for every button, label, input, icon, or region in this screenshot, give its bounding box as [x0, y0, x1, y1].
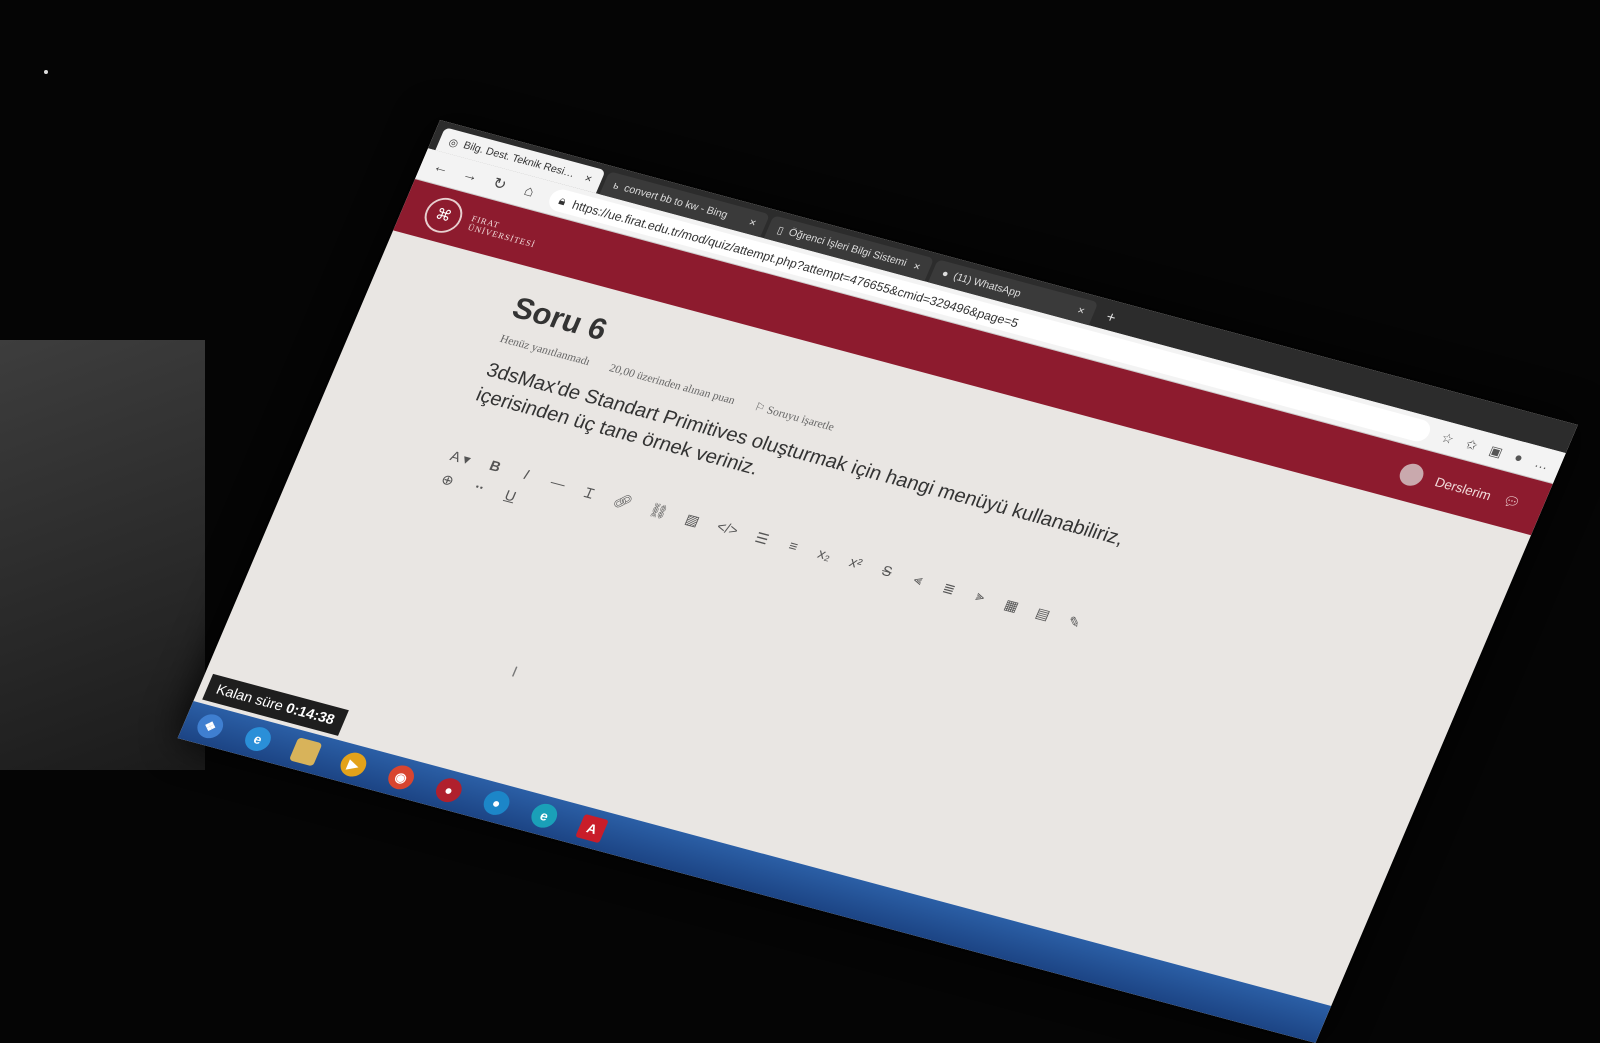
horizontal-rule-icon[interactable]: — [547, 474, 568, 495]
clear-format-icon[interactable]: Ɪ [579, 483, 599, 504]
strikethrough-button[interactable]: S [876, 562, 896, 583]
table-icon[interactable]: ▦ [1001, 596, 1022, 617]
page-icon: ▯ [775, 224, 786, 237]
logo-emblem-icon: ⌘ [418, 193, 469, 237]
code-icon[interactable]: </> [713, 519, 740, 542]
folder-icon[interactable] [288, 737, 323, 767]
italic-button[interactable]: I [516, 466, 536, 487]
refresh-icon[interactable]: ↻ [488, 173, 512, 195]
chat-icon[interactable]: 💬︎ [1500, 492, 1523, 511]
align-center-icon[interactable]: ≣ [939, 579, 959, 600]
more-options-icon[interactable]: ⠒ [469, 479, 489, 498]
media-player-icon[interactable]: ▶ [336, 749, 371, 780]
superscript-button[interactable]: x² [845, 554, 865, 575]
forward-icon[interactable]: → [459, 166, 482, 186]
back-icon[interactable]: ← [429, 158, 452, 178]
close-icon[interactable]: × [911, 259, 923, 273]
favorites-icon[interactable]: ✩ [1463, 436, 1481, 454]
laptop-screen: ◎ Bilg. Dest. Teknik Resim Vize Sın × ь … [177, 120, 1578, 1043]
bullet-list-icon[interactable]: ☰ [751, 529, 771, 550]
image-icon[interactable]: ▨ [682, 510, 703, 531]
unlink-icon[interactable]: ⛓︎ [646, 501, 671, 523]
more-icon[interactable]: … [1532, 454, 1552, 472]
text-cursor-icon: I [509, 664, 520, 681]
subscript-button[interactable]: x₂ [814, 546, 834, 567]
lock-icon: 🔒︎ [556, 193, 569, 209]
numbered-list-icon[interactable]: ≡ [783, 537, 803, 558]
bing-icon: ь [611, 179, 622, 192]
align-left-icon[interactable]: ⫷ [907, 571, 927, 592]
edit-icon[interactable]: ✎ [1064, 613, 1084, 634]
profile-icon[interactable]: ● [1512, 449, 1526, 466]
app-blue-icon[interactable]: ● [479, 788, 514, 818]
align-right-icon[interactable]: ⫸ [970, 588, 990, 609]
accessibility-icon[interactable]: ⊕ [438, 470, 458, 489]
whatsapp-icon: ● [939, 267, 951, 281]
autocad-icon[interactable]: A [575, 813, 609, 844]
underline-button[interactable]: U [500, 487, 520, 506]
star-icon[interactable]: ☆ [1439, 429, 1457, 447]
link-icon[interactable]: 🔗︎ [610, 491, 635, 513]
app-red-icon[interactable]: ● [432, 775, 466, 805]
close-icon[interactable]: × [583, 171, 595, 185]
avatar[interactable] [1396, 461, 1428, 489]
background-dot [44, 70, 48, 74]
font-style-button[interactable]: A ▾ [447, 447, 474, 470]
close-icon[interactable]: × [1075, 303, 1087, 317]
start-icon[interactable]: ❖ [193, 711, 228, 741]
ie-icon[interactable]: e [241, 724, 275, 754]
equation-icon[interactable]: ▤ [1032, 604, 1053, 625]
home-icon[interactable]: ⌂ [517, 182, 540, 202]
logo-text: FIRAT ÜNİVERSİTESİ [466, 214, 540, 250]
timer-value: 0:14:38 [283, 700, 338, 729]
globe-icon: ◎ [446, 136, 461, 150]
courses-link[interactable]: Derslerim [1433, 474, 1494, 503]
close-icon[interactable]: × [747, 215, 759, 229]
edge-icon[interactable]: e [527, 801, 562, 831]
bold-button[interactable]: B [484, 457, 504, 478]
chrome-icon[interactable]: ◉ [384, 762, 418, 793]
desk-surface [0, 340, 205, 770]
collections-icon[interactable]: ▣ [1487, 442, 1505, 460]
